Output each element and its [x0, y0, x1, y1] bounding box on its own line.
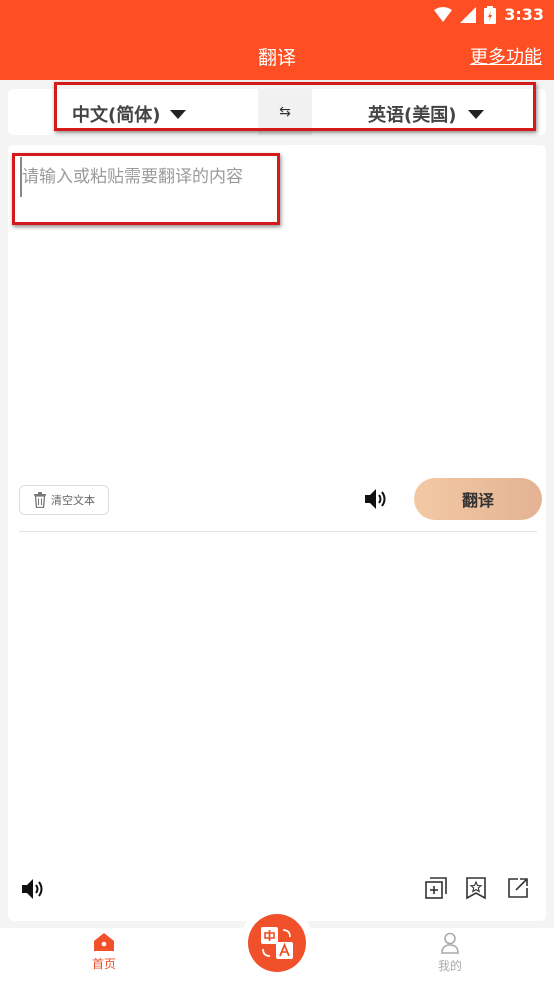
translation-output — [20, 545, 534, 845]
copy-add-icon[interactable] — [424, 876, 448, 900]
trash-icon — [34, 492, 46, 508]
user-icon — [441, 932, 459, 954]
clear-text-label: 清空文本 — [51, 494, 95, 507]
battery-icon — [484, 5, 497, 24]
center-translate-button[interactable] — [248, 914, 306, 972]
tab-mine[interactable]: 我的 — [420, 932, 480, 974]
wifi-icon — [434, 6, 453, 22]
speaker-icon[interactable] — [364, 488, 388, 510]
translation-card: 清空文本 翻译 — [8, 145, 546, 921]
title-bar: 翻译 更多功能 — [0, 30, 554, 80]
bookmark-star-icon[interactable] — [465, 876, 487, 900]
tab-home-label: 首页 — [91, 957, 116, 971]
status-bar: 3:33 — [0, 0, 554, 30]
signal-icon — [460, 6, 477, 23]
speaker-icon[interactable] — [21, 878, 45, 900]
divider — [19, 531, 537, 532]
more-features-link[interactable]: 更多功能 — [470, 43, 542, 69]
language-highlight-box — [54, 82, 536, 131]
input-highlight-box — [12, 153, 280, 225]
share-icon[interactable] — [506, 876, 530, 900]
translate-button[interactable]: 翻译 — [414, 478, 542, 520]
tab-mine-label: 我的 — [437, 959, 462, 973]
status-icons: 3:33 — [434, 5, 544, 24]
status-time: 3:33 — [504, 5, 544, 24]
home-icon — [94, 933, 114, 951]
clear-text-button[interactable]: 清空文本 — [19, 485, 109, 515]
tab-home[interactable]: 首页 — [74, 932, 134, 972]
translate-icon — [261, 927, 293, 959]
translate-button-label: 翻译 — [461, 491, 494, 510]
